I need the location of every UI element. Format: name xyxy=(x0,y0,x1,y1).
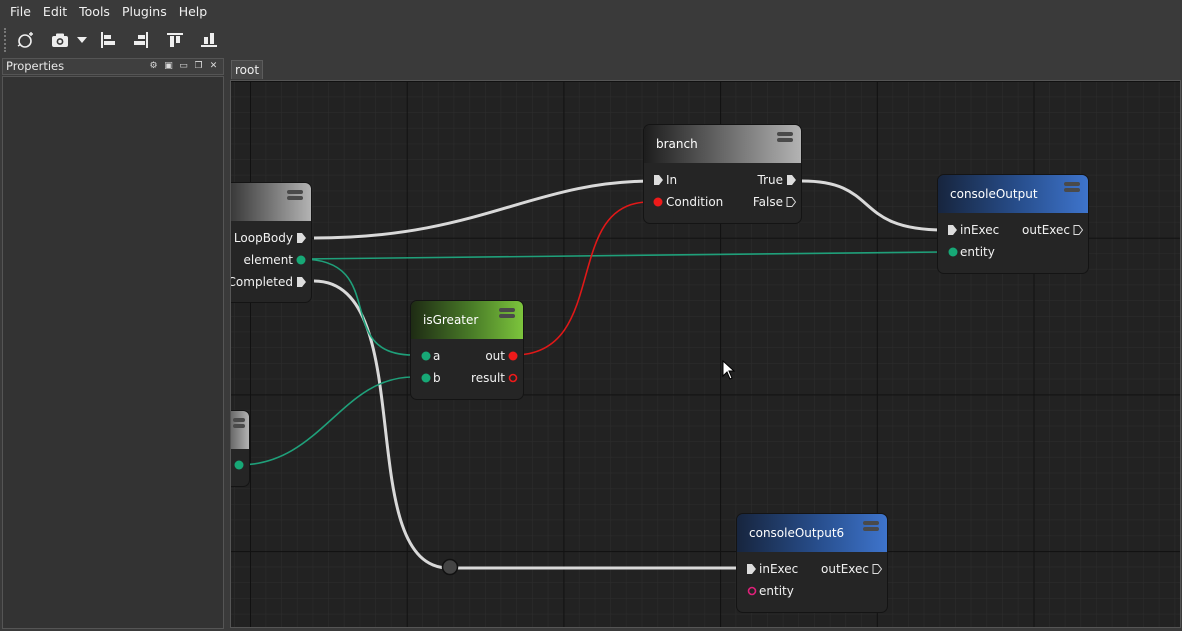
align-top-icon[interactable] xyxy=(163,28,187,52)
pin-label-in: In xyxy=(666,173,678,187)
exec-out-pin-false[interactable] xyxy=(786,197,796,207)
data-in-pin-entity[interactable] xyxy=(948,247,958,257)
reroute-node[interactable] xyxy=(441,558,459,576)
node-is-greater-title: isGreater xyxy=(423,313,479,327)
node-console-output6-header[interactable]: consoleOutput6 xyxy=(737,514,887,552)
node-menu-icon[interactable] xyxy=(233,418,245,429)
pin-label-out: out xyxy=(485,349,505,363)
properties-panel: Properties ⚙ ▣ ▭ ❐ ✕ xyxy=(0,58,225,631)
menu-file[interactable]: File xyxy=(4,0,37,24)
exec-out-pin-true[interactable] xyxy=(786,175,796,185)
node-is-greater[interactable]: isGreater a b out result xyxy=(410,300,524,400)
pin-label-true: True xyxy=(757,173,784,187)
toolbar-grip[interactable] xyxy=(4,28,6,52)
properties-title: Properties xyxy=(6,59,65,73)
exec-out-pin-loopbody[interactable] xyxy=(296,233,306,243)
tab-root[interactable]: root xyxy=(231,60,264,79)
node-left-partial[interactable] xyxy=(231,410,250,487)
data-out-pin-element[interactable] xyxy=(296,255,306,265)
data-in-pin-b[interactable] xyxy=(421,373,431,383)
align-right-icon[interactable] xyxy=(129,28,153,52)
dock-icon[interactable]: ▭ xyxy=(177,60,190,72)
pin-label-entity: entity xyxy=(960,245,995,259)
camera-icon[interactable] xyxy=(48,28,72,52)
node-left-header[interactable] xyxy=(231,411,249,449)
pin-label-entity: entity xyxy=(759,584,794,598)
node-loop-header[interactable] xyxy=(231,183,311,221)
node-console-output[interactable]: consoleOutput inExec entity outExec xyxy=(937,174,1089,274)
node-console-output-title: consoleOutput xyxy=(950,187,1038,201)
node-console-output6-title: consoleOutput6 xyxy=(749,526,845,540)
pin-label-b: b xyxy=(433,371,441,385)
pin-label-completed: Completed xyxy=(230,275,293,289)
node-add-icon[interactable] xyxy=(13,28,37,52)
toolbar xyxy=(0,24,1182,56)
align-bottom-icon[interactable] xyxy=(197,28,221,52)
bool-in-pin-condition[interactable] xyxy=(653,197,663,207)
exec-in-pin-inexec[interactable] xyxy=(746,564,756,574)
pin-label-result: result xyxy=(471,371,505,385)
float-icon[interactable]: ❐ xyxy=(192,60,205,72)
settings-icon[interactable]: ⚙ xyxy=(147,60,160,72)
pin-label-false: False xyxy=(752,195,783,209)
pin-label-element: element xyxy=(243,253,293,267)
exec-out-pin-completed[interactable] xyxy=(296,277,306,287)
pin-label-loopbody: LoopBody xyxy=(233,231,293,245)
pin-label-condition: Condition xyxy=(666,195,724,209)
menu-edit[interactable]: Edit xyxy=(37,0,73,24)
node-menu-icon[interactable] xyxy=(1064,182,1080,193)
properties-title-bar: Properties ⚙ ▣ ▭ ❐ ✕ xyxy=(2,58,224,75)
dropdown-arrow-icon[interactable] xyxy=(72,28,92,52)
pin-label-inexec: inExec xyxy=(960,223,1000,237)
data-out-pin-value[interactable] xyxy=(234,460,244,470)
node-branch[interactable]: branch In Condition True False xyxy=(643,124,802,224)
menu-bar: File Edit Tools Plugins Help xyxy=(0,0,1182,24)
node-graph-canvas[interactable]: LoopBody element Completed branch In Con… xyxy=(230,80,1181,628)
pin-label-a: a xyxy=(433,349,441,363)
pin-label-inexec: inExec xyxy=(759,562,799,576)
node-console-output-header[interactable]: consoleOutput xyxy=(938,175,1088,213)
node-menu-icon[interactable] xyxy=(863,521,879,532)
mouse-cursor-icon xyxy=(722,360,736,380)
node-branch-header[interactable]: branch xyxy=(644,125,801,163)
node-menu-icon[interactable] xyxy=(287,190,303,201)
node-loop[interactable]: LoopBody element Completed xyxy=(230,182,312,303)
pin-label-outexec: outExec xyxy=(1022,223,1070,237)
close-icon[interactable]: ✕ xyxy=(207,60,220,72)
node-menu-icon[interactable] xyxy=(499,308,515,319)
properties-body[interactable] xyxy=(2,76,224,629)
tab-icon[interactable]: ▣ xyxy=(162,60,175,72)
menu-tools[interactable]: Tools xyxy=(73,0,116,24)
exec-out-pin-outexec[interactable] xyxy=(1073,225,1083,235)
pin-label-outexec: outExec xyxy=(821,562,869,576)
bool-out-pin-result[interactable] xyxy=(508,373,518,383)
data-in-pin-a[interactable] xyxy=(421,351,431,361)
exec-in-pin-in[interactable] xyxy=(653,175,663,185)
exec-in-pin-inexec[interactable] xyxy=(947,225,957,235)
align-left-icon[interactable] xyxy=(96,28,120,52)
menu-help[interactable]: Help xyxy=(173,0,214,24)
node-menu-icon[interactable] xyxy=(777,132,793,143)
exec-out-pin-outexec[interactable] xyxy=(872,564,882,574)
entity-in-pin-unconnected[interactable] xyxy=(747,586,757,596)
menu-plugins[interactable]: Plugins xyxy=(116,0,173,24)
node-is-greater-header[interactable]: isGreater xyxy=(411,301,523,339)
bool-out-pin-out[interactable] xyxy=(508,351,518,361)
node-branch-title: branch xyxy=(656,137,698,151)
node-console-output6[interactable]: consoleOutput6 inExec entity outExec xyxy=(736,513,888,613)
